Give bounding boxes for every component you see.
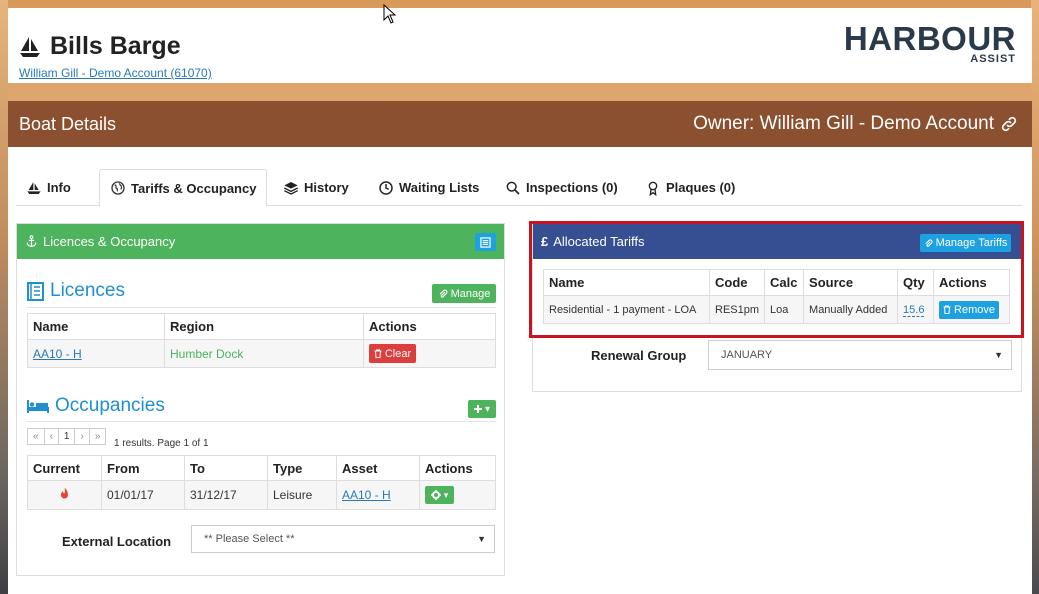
tab-plaques[interactable]: Plaques (0) — [635, 169, 745, 206]
licences-section-title: Licences — [27, 280, 125, 302]
clear-licence-button[interactable]: Clear — [369, 344, 416, 363]
licence-region: Humber Dock — [164, 339, 364, 368]
licence-name-link[interactable]: AA10 - H — [33, 347, 82, 361]
tab-waiting-lists[interactable]: Waiting Lists — [368, 169, 489, 206]
occupancy-actions-button[interactable]: ▾ — [425, 486, 454, 504]
background-left — [0, 0, 8, 594]
background-right — [1031, 0, 1039, 594]
boat-details-header: Boat Details Owner: William Gill - Demo … — [8, 101, 1032, 147]
boat-details-title: Boat Details — [19, 114, 117, 134]
renewal-group-label: Renewal Group — [591, 348, 687, 363]
owner-label: Owner: William Gill - Demo Account — [693, 113, 994, 134]
occupancies-section-title: Occupancies — [27, 395, 165, 417]
external-location-select[interactable]: ** Please Select ** ▼ — [191, 525, 495, 553]
boat-icon — [27, 181, 41, 194]
pager-page-1[interactable]: 1 — [57, 428, 76, 445]
tab-history[interactable]: History — [273, 169, 359, 206]
globe-icon — [111, 181, 125, 195]
clock-icon — [379, 180, 393, 195]
table-row: AA10 - H Humber Dock Clear — [27, 339, 496, 368]
chevron-down-icon: ▾ — [443, 489, 449, 500]
licences-table: Name Region Actions AA10 - H Humber Dock… — [27, 313, 496, 368]
fire-icon — [61, 487, 68, 499]
manage-licences-button[interactable]: Manage — [432, 284, 496, 303]
occupancies-pagination: « ‹ 1 › » — [27, 428, 107, 445]
renewal-group-select[interactable]: JANUARY ▼ — [708, 340, 1012, 370]
pager-first[interactable]: « — [27, 428, 45, 445]
divider — [27, 421, 496, 422]
anchor-icon — [26, 235, 37, 247]
occupancies-table: Current From To Type Asset Actions 01/01… — [27, 455, 496, 510]
occupancy-asset-link[interactable]: AA10 - H — [342, 488, 391, 502]
account-link[interactable]: William Gill - Demo Account (61070) — [19, 66, 212, 80]
book-icon — [27, 281, 44, 301]
link-icon — [1001, 116, 1017, 132]
external-location-label: External Location — [62, 534, 172, 549]
award-icon — [648, 181, 658, 196]
gear-icon — [430, 490, 441, 500]
boat-details-panel: Boat Details Owner: William Gill - Demo … — [8, 101, 1032, 594]
chevron-down-icon: ▼ — [994, 350, 1003, 360]
licences-occupancy-panel: Licences & Occupancy Licences Manage Nam… — [16, 223, 505, 576]
allocated-tariffs-highlight — [529, 221, 1024, 338]
chevron-down-icon: ▾ — [484, 403, 491, 415]
pager-info: 1 results. Page 1 of 1 — [114, 438, 209, 449]
page-title: Bills Barge — [18, 32, 181, 61]
pager-last[interactable]: » — [88, 428, 107, 445]
bed-icon — [27, 400, 49, 413]
trash-icon — [374, 349, 382, 358]
boat-icon — [20, 36, 40, 57]
chevron-down-icon: ▼ — [477, 534, 486, 544]
occupancy-to: 31/12/17 — [184, 480, 268, 510]
plus-icon — [473, 405, 482, 413]
tab-info[interactable]: Info — [16, 169, 81, 206]
occupancy-from: 01/01/17 — [101, 480, 185, 510]
pager-next[interactable]: › — [74, 428, 90, 445]
top-header: Bills Barge William Gill - Demo Account … — [8, 8, 1032, 83]
harbour-assist-logo: HARBOUR ASSIST — [843, 20, 1016, 66]
add-occupancy-button[interactable]: ▾ — [468, 400, 496, 418]
panel-view-button[interactable] — [475, 233, 496, 251]
tab-bar: Info Tariffs & Occupancy History Waiting… — [16, 169, 1022, 207]
list-icon — [480, 236, 491, 248]
tab-inspections[interactable]: Inspections (0) — [495, 169, 628, 206]
mouse-cursor-icon — [383, 4, 397, 24]
occupancy-type: Leisure — [267, 480, 337, 510]
tab-tariffs-occupancy[interactable]: Tariffs & Occupancy — [99, 169, 268, 207]
search-icon — [506, 181, 520, 195]
owner-link[interactable]: Owner: William Gill - Demo Account — [693, 113, 1018, 135]
pager-prev[interactable]: ‹ — [43, 428, 59, 445]
paperclip-icon — [439, 289, 448, 298]
boat-name: Bills Barge — [50, 32, 181, 60]
table-row: 01/01/17 31/12/17 Leisure AA10 - H ▾ — [27, 480, 496, 510]
layers-icon — [284, 181, 298, 195]
divider — [27, 307, 496, 308]
licences-occupancy-header: Licences & Occupancy — [17, 224, 504, 259]
